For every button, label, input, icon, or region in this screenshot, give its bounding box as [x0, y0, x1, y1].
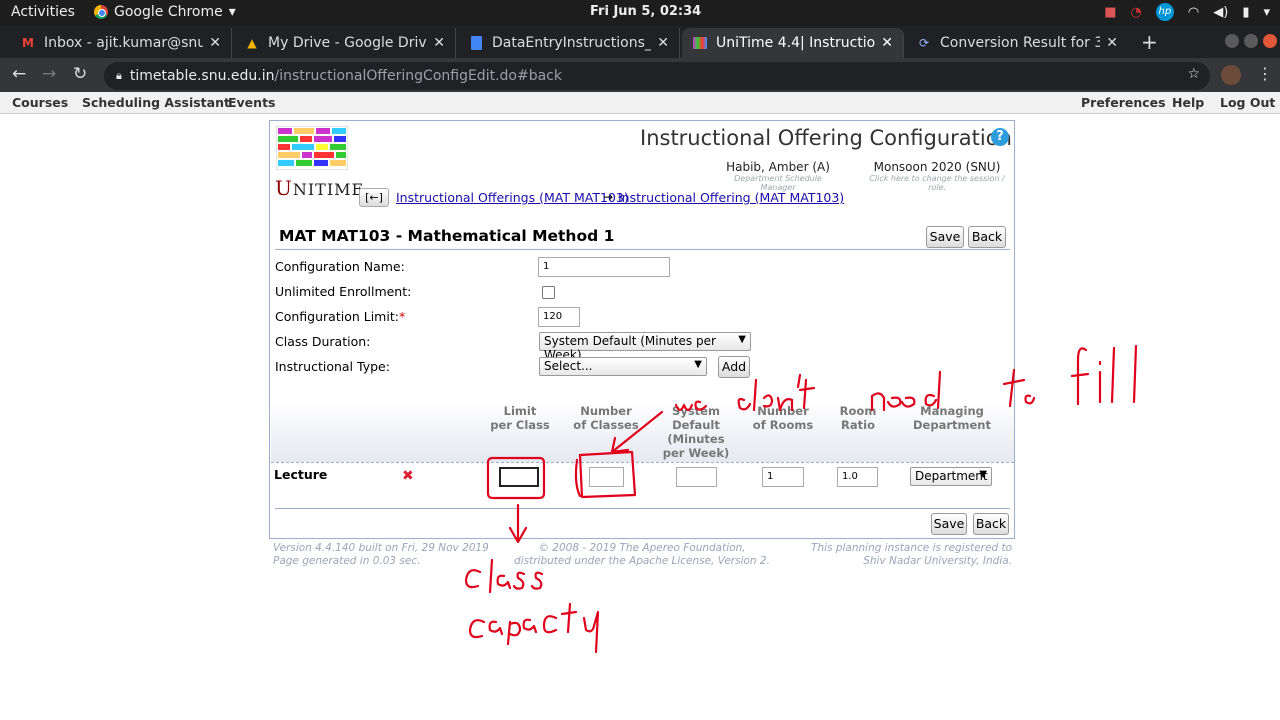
handwritten-annotations [464, 344, 1138, 654]
